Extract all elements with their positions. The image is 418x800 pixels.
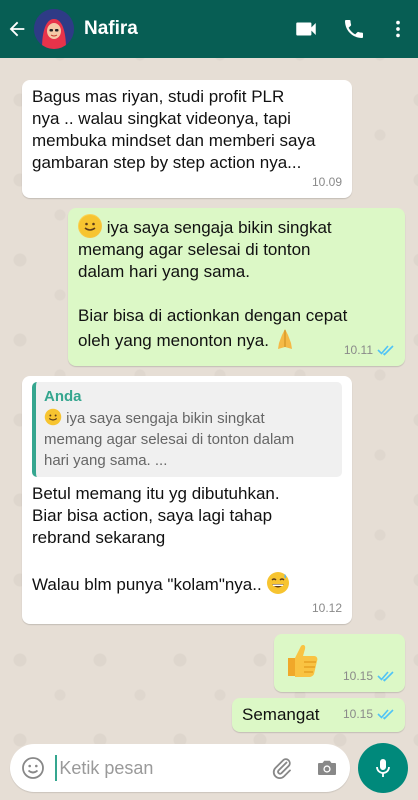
avatar[interactable]: [34, 9, 74, 49]
message-outgoing-emoji[interactable]: 10.15: [274, 634, 405, 692]
back-arrow-icon: [9, 21, 25, 37]
message-time: 10.15: [342, 669, 373, 683]
message-outgoing[interactable]: iya saya sengaja bikin singkat memang ag…: [68, 208, 405, 366]
message-paragraph-1: Betul memang itu yg dibutuhkan. Biar bis…: [32, 484, 280, 547]
back-button[interactable]: [0, 0, 34, 58]
smiling-face-emoji-icon: [78, 214, 102, 238]
quote-author: Anda: [44, 388, 82, 405]
message-time: 10.15: [342, 707, 373, 721]
message-incoming[interactable]: Bagus mas riyan, studi profit PLR nya ..…: [22, 80, 352, 198]
message-paragraph-2: Walau blm punya "kolam"nya..: [32, 575, 262, 594]
avatar-illustration: [34, 9, 74, 49]
emoji-icon: [21, 757, 44, 779]
folded-hands-emoji-icon: [274, 329, 296, 350]
phone-icon: [345, 20, 363, 38]
quoted-message[interactable]: Anda iya saya sengaja bikin singkat mema…: [32, 382, 342, 477]
message-time: 10.12: [311, 601, 342, 615]
emoji-button[interactable]: [10, 756, 55, 780]
more-vert-icon: [396, 20, 400, 38]
quote-text: iya saya sengaja bikin singkat memang ag…: [44, 408, 334, 471]
message-meta: 10.15: [343, 665, 395, 687]
message-outgoing[interactable]: Semangat 10.15: [232, 698, 405, 732]
smiling-face-emoji-icon: [44, 408, 62, 427]
message-text: Bagus mas riyan, studi profit PLR nya ..…: [32, 87, 316, 172]
double-check-read-icon: [377, 671, 394, 682]
message-input[interactable]: [59, 757, 250, 779]
message-meta: 10.09: [312, 171, 342, 193]
message-meta: 10.15: [343, 703, 395, 725]
message-text: Semangat: [242, 705, 320, 724]
message-paragraph-1: iya saya sengaja bikin singkat memang ag…: [78, 218, 332, 281]
video-call-button[interactable]: [282, 0, 330, 58]
mic-icon: [376, 759, 390, 777]
grinning-sweat-emoji-icon: [266, 572, 290, 594]
message-text: iya saya sengaja bikin singkat memang ag…: [78, 214, 395, 283]
message-text: Walau blm punya "kolam"nya..: [32, 571, 342, 596]
thumbs-up-icon: [288, 645, 318, 677]
message-time: 10.11: [343, 343, 373, 357]
composer-pill: [10, 744, 350, 792]
attach-button[interactable]: [259, 756, 304, 780]
message-meta: 10.11: [344, 339, 395, 361]
message-paragraph-2: Biar bisa di actionkan dengan cepat oleh…: [78, 306, 348, 350]
double-check-read-icon: [377, 709, 394, 720]
app-bar: Nafira: [0, 0, 418, 58]
contact-name[interactable]: Nafira: [84, 18, 282, 40]
camera-button[interactable]: [305, 756, 350, 780]
message-incoming-reply[interactable]: Anda iya saya sengaja bikin singkat mema…: [22, 376, 352, 624]
voice-record-button[interactable]: [358, 743, 408, 793]
video-call-icon: [296, 22, 316, 36]
message-time: 10.09: [311, 175, 342, 189]
camera-icon: [318, 760, 337, 775]
message-list[interactable]: Bagus mas riyan, studi profit PLR nya ..…: [0, 58, 418, 732]
message-meta: 10.12: [312, 597, 342, 619]
attach-icon: [272, 758, 291, 779]
double-check-read-icon: [377, 345, 394, 356]
quote-body: iya saya sengaja bikin singkat memang ag…: [44, 410, 295, 469]
voice-call-button[interactable]: [330, 0, 378, 58]
text-cursor: [55, 755, 58, 781]
more-options-button[interactable]: [378, 0, 418, 58]
composer-bar: [0, 740, 418, 800]
